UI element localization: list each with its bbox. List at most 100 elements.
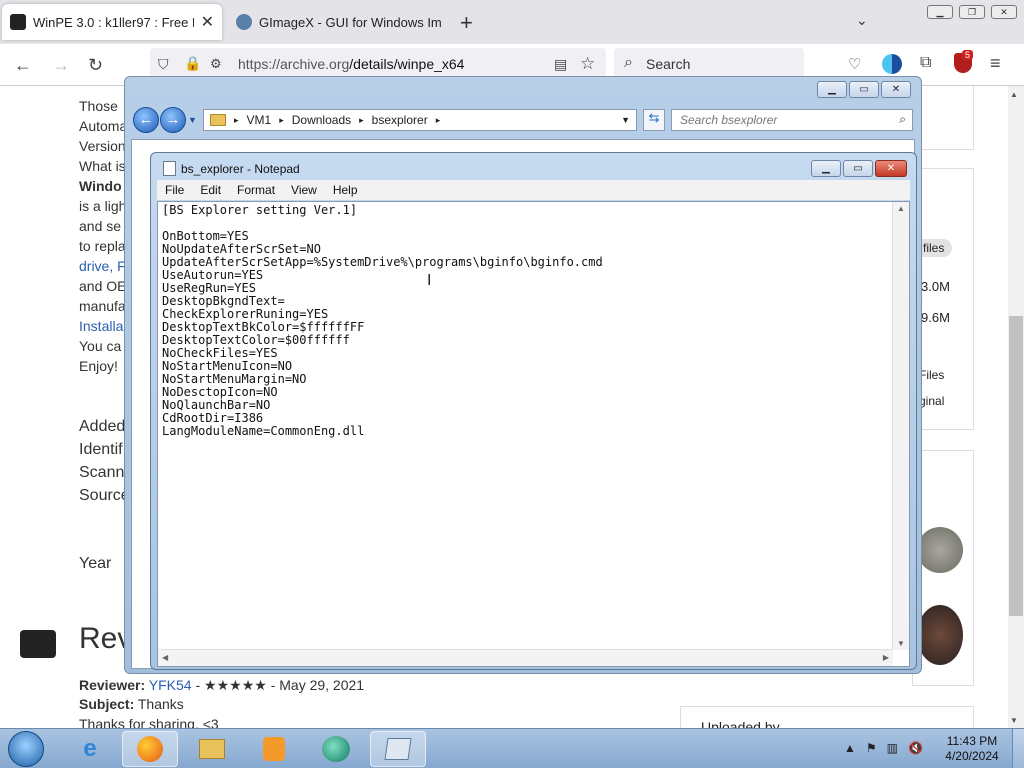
new-tab-button[interactable]: +: [460, 10, 473, 36]
taskbar-notepad[interactable]: [370, 731, 426, 767]
taskbar-explorer[interactable]: [184, 731, 240, 767]
desc-line: Automa: [79, 118, 128, 134]
volume-muted-icon[interactable]: 🔇: [908, 741, 923, 755]
meta-label: Added: [79, 418, 126, 435]
thumbnail-image[interactable]: [917, 527, 963, 573]
explorer-back-icon[interactable]: ←: [133, 107, 159, 133]
close-tab-icon[interactable]: ✕: [201, 12, 214, 32]
uploaded-by-label: Uploaded by: [701, 719, 780, 728]
notepad-minimize-button[interactable]: ▁: [811, 160, 841, 177]
breadcrumb-arrow-icon[interactable]: ▸: [234, 115, 239, 126]
notepad-content[interactable]: [BS Explorer setting Ver.1] OnBottom=YES…: [162, 204, 603, 438]
action-center-flag-icon[interactable]: ⚑: [866, 741, 877, 755]
menu-view[interactable]: View: [283, 183, 325, 197]
notepad-maximize-button[interactable]: ▭: [843, 160, 873, 177]
close-button[interactable]: ✕: [991, 5, 1017, 19]
text-cursor-icon: I: [427, 272, 432, 289]
extensions-puzzle-icon[interactable]: ⧉: [920, 54, 931, 72]
recent-pages-chevron-icon[interactable]: ▼: [188, 115, 197, 125]
taskbar-ie[interactable]: e: [62, 731, 118, 767]
year-label: Year: [79, 555, 112, 572]
scroll-right-arrow-icon[interactable]: ▶: [883, 653, 889, 662]
breadcrumb-vm1[interactable]: VM1: [247, 113, 272, 127]
bookmark-star-icon[interactable]: ☆: [580, 54, 595, 74]
breadcrumb-arrow-icon[interactable]: ▸: [359, 115, 364, 126]
explorer-address-bar[interactable]: ▸ VM1 ▸ Downloads ▸ bsexplorer ▸ ▼: [203, 109, 637, 131]
page-scrollbar-thumb[interactable]: [1009, 316, 1023, 616]
scroll-left-arrow-icon[interactable]: ◀: [162, 653, 168, 662]
explorer-minimize-button[interactable]: ▁: [817, 81, 847, 98]
explorer-search-input[interactable]: Search bsexplorer ⌕: [671, 109, 913, 131]
show-hidden-icons-chevron-icon[interactable]: ▲: [844, 741, 856, 755]
desc-link[interactable]: Installa: [79, 318, 123, 334]
ublock-badge: 5: [962, 50, 974, 60]
desc-line: Enjoy!: [79, 358, 118, 374]
back-arrow-icon[interactable]: ←: [14, 55, 32, 76]
url-text[interactable]: https://archive.org/details/winpe_x64: [238, 56, 464, 72]
explorer-forward-icon[interactable]: →: [160, 107, 186, 133]
permissions-icon[interactable]: ⚙: [210, 56, 222, 72]
thumbnail-image[interactable]: [917, 605, 963, 665]
desc-line: and OE: [79, 278, 127, 294]
search-icon: ⌕: [899, 112, 906, 126]
scroll-down-arrow-icon[interactable]: ▼: [1010, 716, 1018, 725]
original-link[interactable]: ginal: [919, 394, 944, 408]
scroll-up-arrow-icon[interactable]: ▲: [1010, 90, 1018, 99]
notepad-text-area[interactable]: [BS Explorer setting Ver.1] OnBottom=YES…: [157, 201, 910, 667]
scroll-up-arrow-icon[interactable]: ▲: [897, 204, 905, 213]
firefox-account-icon[interactable]: [882, 54, 902, 74]
explorer-search-placeholder: Search bsexplorer: [680, 113, 778, 127]
tab-title: GImageX - GUI for Windows Im: [259, 14, 442, 30]
forward-arrow-icon[interactable]: →: [52, 55, 70, 76]
explorer-close-button[interactable]: ✕: [881, 81, 911, 98]
lock-icon: 🔒: [184, 55, 202, 71]
taskbar-media-player[interactable]: [246, 731, 302, 767]
windows-taskbar: e ▲ ⚑ ▥ 🔇 11:43 PM 4/20/2024: [0, 728, 1024, 768]
subject-label: Subject:: [79, 696, 135, 712]
notepad-vertical-scrollbar[interactable]: ▲ ▼: [892, 202, 909, 650]
tab-winpe[interactable]: WinPE 3.0 : k1ller97 : Free Down ✕: [2, 4, 222, 40]
reload-icon[interactable]: ↻: [88, 55, 103, 76]
reader-view-icon[interactable]: ▤: [554, 56, 567, 73]
list-tabs-chevron-icon[interactable]: ⌄: [856, 12, 868, 29]
notepad-horizontal-scrollbar[interactable]: ◀ ▶: [158, 649, 893, 666]
reviewer-link[interactable]: YFK54: [149, 677, 192, 693]
taskbar-firefox[interactable]: [122, 731, 178, 767]
shield-icon[interactable]: ⛉: [158, 56, 169, 73]
meta-label: Identif: [79, 441, 123, 458]
taskbar-app[interactable]: [308, 731, 364, 767]
minimize-button[interactable]: ▁: [927, 5, 953, 19]
menu-file[interactable]: File: [157, 183, 192, 197]
taskbar-clock[interactable]: 11:43 PM 4/20/2024: [936, 734, 1008, 764]
review-meta: - ★★★★★ - May 29, 2021: [191, 677, 365, 693]
refresh-icon[interactable]: ⇆: [643, 109, 665, 131]
menu-help[interactable]: Help: [325, 183, 366, 197]
search-placeholder: Search: [646, 56, 691, 72]
file-explorer-icon: [199, 739, 225, 759]
breadcrumb-arrow-icon[interactable]: ▸: [279, 115, 284, 126]
network-icon[interactable]: ▥: [887, 741, 898, 755]
notepad-close-button[interactable]: ✕: [875, 160, 907, 177]
address-dropdown-icon[interactable]: ▼: [621, 115, 630, 125]
show-desktop-button[interactable]: [1012, 729, 1024, 768]
breadcrumb-bsexplorer[interactable]: bsexplorer: [372, 113, 428, 127]
desc-line: manufa: [79, 298, 126, 314]
menu-edit[interactable]: Edit: [192, 183, 229, 197]
file-size: 9.6M: [921, 310, 950, 325]
gimagex-favicon-icon: [236, 14, 252, 30]
start-button[interactable]: [8, 731, 44, 767]
desc-line: You ca: [79, 338, 122, 354]
pocket-icon[interactable]: ♡: [848, 55, 861, 73]
breadcrumb-arrow-icon[interactable]: ▸: [436, 115, 441, 126]
scroll-down-arrow-icon[interactable]: ▼: [897, 639, 905, 648]
menu-format[interactable]: Format: [229, 183, 283, 197]
meta-label: Scann: [79, 464, 125, 481]
breadcrumb-downloads[interactable]: Downloads: [292, 113, 351, 127]
menu-hamburger-icon[interactable]: ≡: [990, 53, 1001, 74]
show-all-files-link[interactable]: Files: [919, 368, 944, 382]
notepad-window: bs_explorer - Notepad ▁ ▭ ✕ File Edit Fo…: [150, 152, 917, 670]
restore-button[interactable]: ❐: [959, 5, 985, 19]
explorer-maximize-button[interactable]: ▭: [849, 81, 879, 98]
desc-link[interactable]: drive, F: [79, 258, 126, 274]
tab-gimagex[interactable]: GImageX - GUI for Windows Im: [228, 4, 450, 40]
